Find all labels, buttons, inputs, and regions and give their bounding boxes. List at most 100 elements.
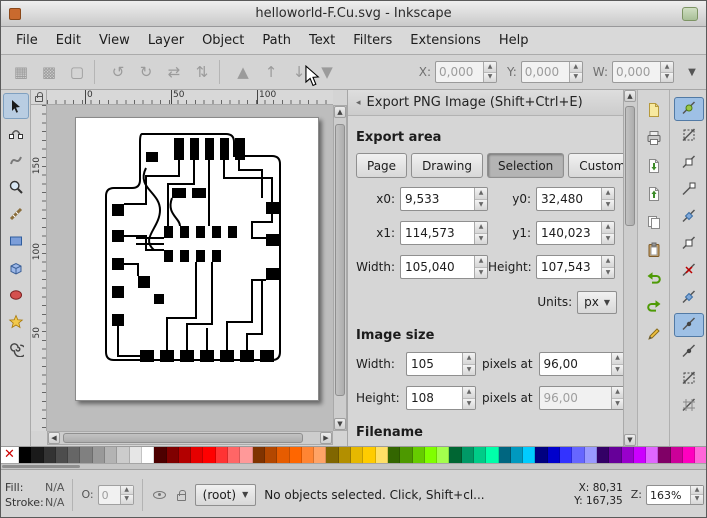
menu-edit[interactable]: Edit	[47, 27, 90, 54]
snap-intersections-button[interactable]	[674, 259, 704, 283]
print-button[interactable]	[641, 127, 667, 152]
panel-scrollbar[interactable]: ▲ ▼	[623, 90, 637, 446]
color-swatch[interactable]	[523, 447, 536, 463]
raise-to-top-icon[interactable]: ▲	[230, 59, 256, 85]
menu-extensions[interactable]: Extensions	[401, 27, 490, 54]
panel-collapse-icon[interactable]: ◂	[356, 98, 361, 108]
tool-spiral[interactable]	[3, 336, 29, 362]
color-swatch[interactable]	[424, 447, 438, 463]
color-swatch[interactable]	[92, 447, 106, 463]
canvas[interactable]	[47, 105, 333, 431]
snap-master-button[interactable]	[674, 97, 704, 121]
w-field[interactable]: 0,000 ▲ ▼	[612, 61, 674, 83]
opacity-field[interactable]: 0 ▲ ▼	[97, 484, 134, 505]
palette-scroll-thumb[interactable]	[2, 465, 80, 468]
deselect-icon[interactable]: ▢	[64, 59, 90, 85]
y-field-spinner[interactable]: ▲ ▼	[568, 62, 582, 82]
snap-paths-button[interactable]	[674, 232, 704, 256]
color-swatch[interactable]	[670, 447, 684, 463]
color-swatch[interactable]	[584, 447, 597, 463]
y1-spinner[interactable]: ▲ ▼	[601, 222, 614, 244]
y-field[interactable]: 0,000 ▲ ▼	[520, 61, 583, 83]
toolbar-overflow-button[interactable]: ▼	[684, 59, 700, 85]
snap-midpoints-button[interactable]	[674, 313, 704, 337]
x1-spinner[interactable]: ▲ ▼	[474, 222, 487, 244]
export-button[interactable]	[641, 183, 667, 208]
y0-spinner[interactable]: ▲ ▼	[601, 188, 614, 210]
opacity-spinner[interactable]: ▲ ▼	[119, 485, 133, 504]
color-swatch[interactable]	[178, 447, 192, 463]
color-swatch[interactable]	[141, 447, 155, 463]
scroll-down-icon[interactable]: ▼	[334, 418, 346, 430]
rotate-cw-icon[interactable]: ↻	[133, 59, 159, 85]
color-swatch[interactable]	[117, 447, 130, 463]
image-width-spinner[interactable]: ▲ ▼	[462, 353, 475, 375]
no-color-swatch[interactable]: ✕	[1, 447, 19, 463]
zoom-field[interactable]: 163% ▲ ▼	[646, 484, 704, 505]
color-swatch[interactable]	[105, 447, 118, 463]
area-height-field[interactable]: 107,543 ▲ ▼	[536, 255, 615, 279]
menu-object[interactable]: Object	[193, 27, 253, 54]
tool-star[interactable]	[3, 309, 29, 335]
color-swatch[interactable]	[154, 447, 167, 463]
select-same-icon[interactable]: ▩	[36, 59, 62, 85]
tool-tweak[interactable]	[3, 147, 29, 173]
menu-path[interactable]: Path	[253, 27, 300, 54]
select-all-icon[interactable]: ▦	[8, 59, 34, 85]
zoom-spinner[interactable]: ▲ ▼	[690, 485, 703, 504]
image-height-spinner[interactable]: ▲ ▼	[462, 387, 475, 409]
color-swatch[interactable]	[203, 447, 216, 463]
image-height-field[interactable]: 108 ▲ ▼	[406, 386, 476, 410]
canvas-horizontal-scrollbar[interactable]: ◀ ▶	[47, 431, 333, 445]
area-width-spinner[interactable]: ▲ ▼	[474, 256, 487, 278]
color-swatch[interactable]	[400, 447, 413, 463]
color-swatch[interactable]	[289, 447, 302, 463]
color-swatch[interactable]	[129, 447, 142, 463]
color-swatch[interactable]	[646, 447, 659, 463]
color-swatch[interactable]	[363, 447, 376, 463]
edit-button[interactable]	[641, 323, 667, 348]
scroll-up-icon[interactable]: ▲	[334, 106, 346, 118]
color-swatch[interactable]	[68, 447, 81, 463]
fill-stroke-indicator[interactable]: Fill: N/A Stroke: N/A	[5, 481, 64, 509]
tool-zoom[interactable]	[3, 174, 29, 200]
color-swatch[interactable]	[486, 447, 499, 463]
dpi-width-field[interactable]: 96,00 ▲ ▼	[538, 352, 623, 376]
color-swatch[interactable]	[228, 447, 241, 463]
vertical-scroll-thumb[interactable]	[335, 124, 345, 396]
color-swatch[interactable]	[449, 447, 462, 463]
snap-nodes-button[interactable]	[674, 205, 704, 229]
rotate-ccw-icon[interactable]: ↺	[105, 59, 131, 85]
new-document-button[interactable]	[641, 99, 667, 124]
color-swatch[interactable]	[596, 447, 610, 463]
color-swatch[interactable]	[80, 447, 93, 463]
panel-scroll-thumb[interactable]	[625, 106, 635, 226]
color-swatch[interactable]	[473, 447, 487, 463]
horizontal-ruler[interactable]: 0 50 100	[47, 90, 333, 105]
color-swatch[interactable]	[633, 447, 647, 463]
menu-text[interactable]: Text	[300, 27, 344, 54]
area-height-spinner[interactable]: ▲ ▼	[601, 256, 614, 278]
color-swatch[interactable]	[277, 447, 290, 463]
horizontal-scroll-thumb[interactable]	[63, 433, 303, 443]
flip-vertical-icon[interactable]: ⇅	[189, 59, 215, 85]
menu-help[interactable]: Help	[490, 27, 538, 54]
color-swatch[interactable]	[55, 447, 69, 463]
color-swatch[interactable]	[510, 447, 524, 463]
x1-field[interactable]: 114,573 ▲ ▼	[400, 221, 488, 245]
y1-field[interactable]: 140,023 ▲ ▼	[536, 221, 615, 245]
y0-field[interactable]: 32,480 ▲ ▼	[536, 187, 615, 211]
snap-bbox-edges-button[interactable]	[674, 151, 704, 175]
color-swatch[interactable]	[560, 447, 573, 463]
dpi-width-spinner[interactable]: ▲ ▼	[610, 353, 623, 375]
snap-page-border-button[interactable]	[674, 367, 704, 391]
snap-bbox-button[interactable]	[674, 124, 704, 148]
copy-button[interactable]	[641, 211, 667, 236]
color-swatch[interactable]	[31, 447, 44, 463]
menu-filters[interactable]: Filters	[344, 27, 401, 54]
color-swatch[interactable]	[326, 447, 339, 463]
flip-horizontal-icon[interactable]: ⇄	[161, 59, 187, 85]
scroll-right-icon[interactable]: ▶	[320, 432, 332, 444]
menu-view[interactable]: View	[90, 27, 139, 54]
color-swatch[interactable]	[412, 447, 425, 463]
